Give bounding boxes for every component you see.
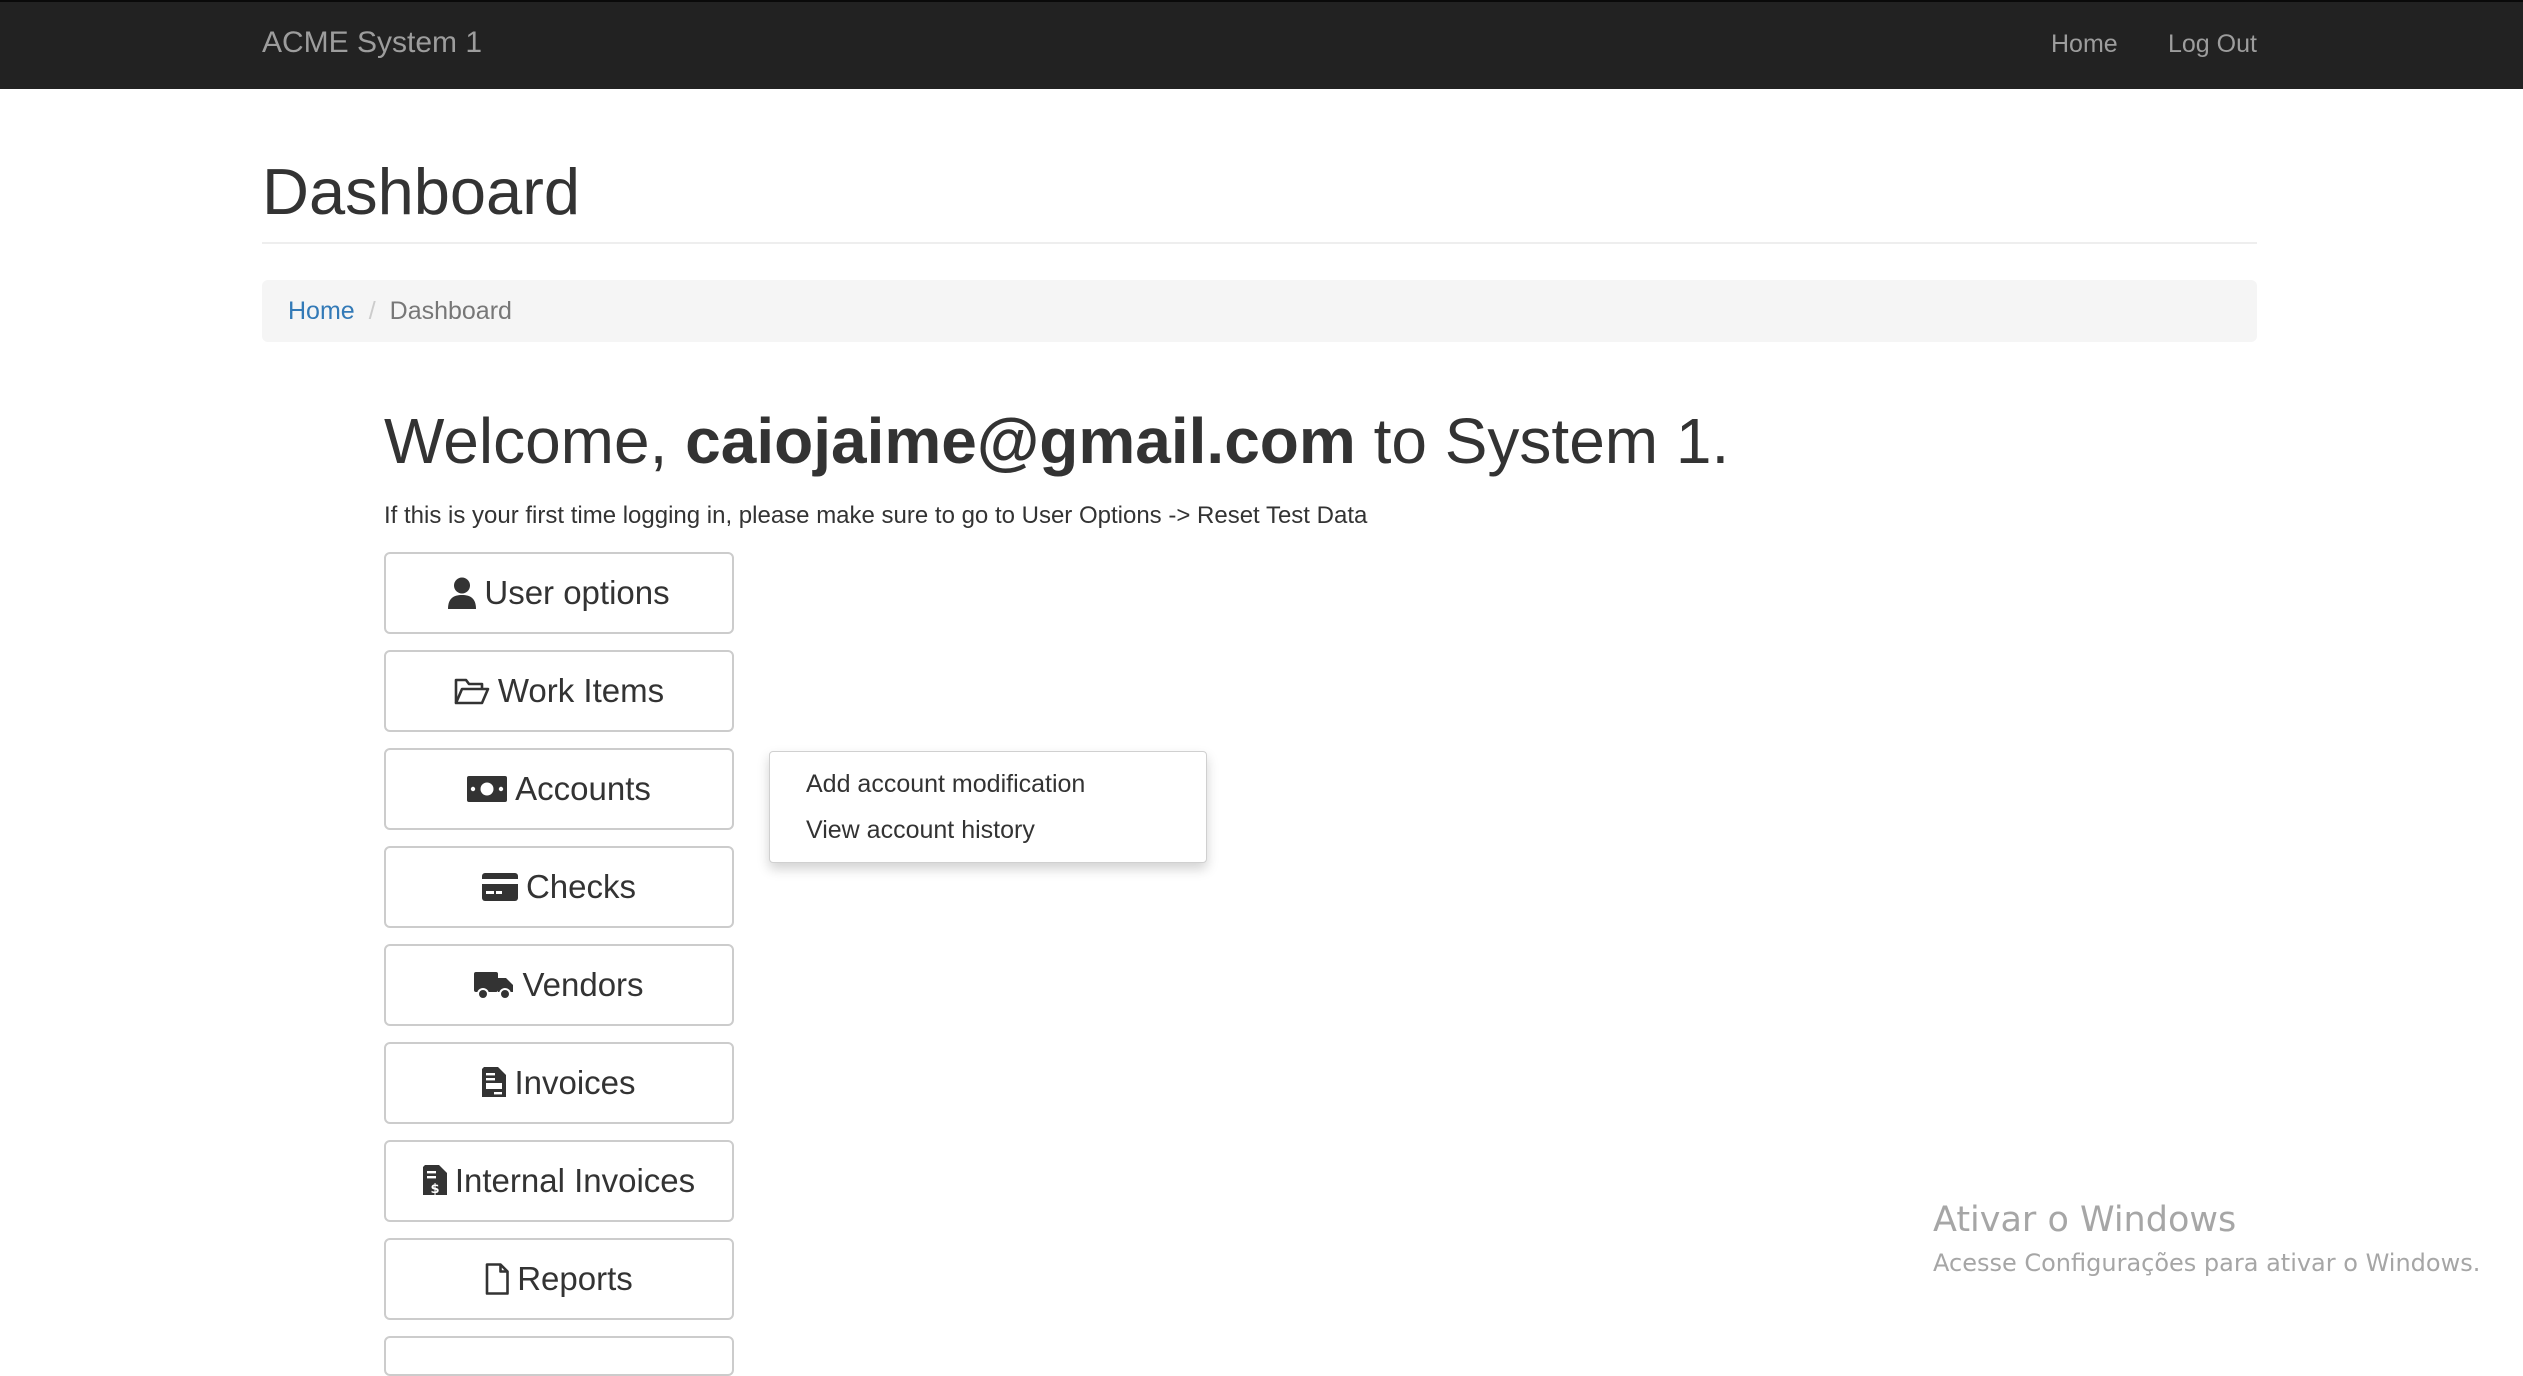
welcome-prefix: Welcome, xyxy=(384,405,668,477)
breadcrumb-home-link[interactable]: Home xyxy=(288,297,355,325)
breadcrumb-current: Dashboard xyxy=(389,297,512,325)
accounts-dropdown-menu: Add account modification View account hi… xyxy=(769,751,1207,863)
user-options-label: User options xyxy=(484,574,670,611)
user-icon xyxy=(448,577,477,609)
svg-text:$: $ xyxy=(430,1182,439,1197)
accounts-button[interactable]: Accounts xyxy=(384,748,734,830)
file-invoice-icon xyxy=(482,1067,507,1099)
breadcrumb: Home / Dashboard xyxy=(262,280,2257,342)
money-bill-icon xyxy=(467,776,508,802)
top-navbar: ACME System 1 Home Log Out xyxy=(0,0,2523,89)
credit-card-icon xyxy=(481,873,518,901)
brand-link[interactable]: ACME System 1 xyxy=(262,26,482,60)
invoices-button[interactable]: Invoices xyxy=(384,1042,734,1124)
next-menu-button-partial[interactable] xyxy=(384,1336,734,1376)
page-header: Dashboard xyxy=(262,150,2257,244)
folder-open-icon xyxy=(454,677,490,705)
file-invoice-dollar-icon: $ xyxy=(422,1165,447,1197)
invoices-label: Invoices xyxy=(514,1064,636,1101)
internal-invoices-button[interactable]: $ Internal Invoices xyxy=(384,1140,734,1222)
user-options-button[interactable]: User options xyxy=(384,552,734,634)
file-icon xyxy=(485,1263,510,1295)
add-account-modification-item[interactable]: Add account modification xyxy=(806,770,1085,799)
internal-invoices-label: Internal Invoices xyxy=(454,1162,696,1199)
reports-label: Reports xyxy=(517,1260,633,1297)
welcome-suffix: to System 1. xyxy=(1373,405,1730,477)
user-email: caiojaime@gmail.com xyxy=(685,405,1356,477)
first-login-hint: If this is your first time logging in, p… xyxy=(384,502,1368,529)
checks-label: Checks xyxy=(525,868,637,905)
nav-logout-link[interactable]: Log Out xyxy=(2168,30,2257,59)
breadcrumb-separator: / xyxy=(368,297,376,325)
windows-activation-title: Ativar o Windows xyxy=(1933,1200,2237,1240)
truck-icon xyxy=(474,970,514,1000)
accounts-label: Accounts xyxy=(515,770,651,807)
vendors-label: Vendors xyxy=(522,966,644,1003)
checks-button[interactable]: Checks xyxy=(384,846,734,928)
welcome-heading: Welcome, caiojaime@gmail.com to System 1… xyxy=(384,406,1729,476)
view-account-history-item[interactable]: View account history xyxy=(806,816,1035,845)
work-items-button[interactable]: Work Items xyxy=(384,650,734,732)
nav-home-link[interactable]: Home xyxy=(2051,30,2118,59)
reports-button[interactable]: Reports xyxy=(384,1238,734,1320)
vendors-button[interactable]: Vendors xyxy=(384,944,734,1026)
work-items-label: Work Items xyxy=(497,672,665,709)
page-title: Dashboard xyxy=(262,155,580,228)
windows-activation-subtitle: Acesse Configurações para ativar o Windo… xyxy=(1933,1249,2481,1277)
